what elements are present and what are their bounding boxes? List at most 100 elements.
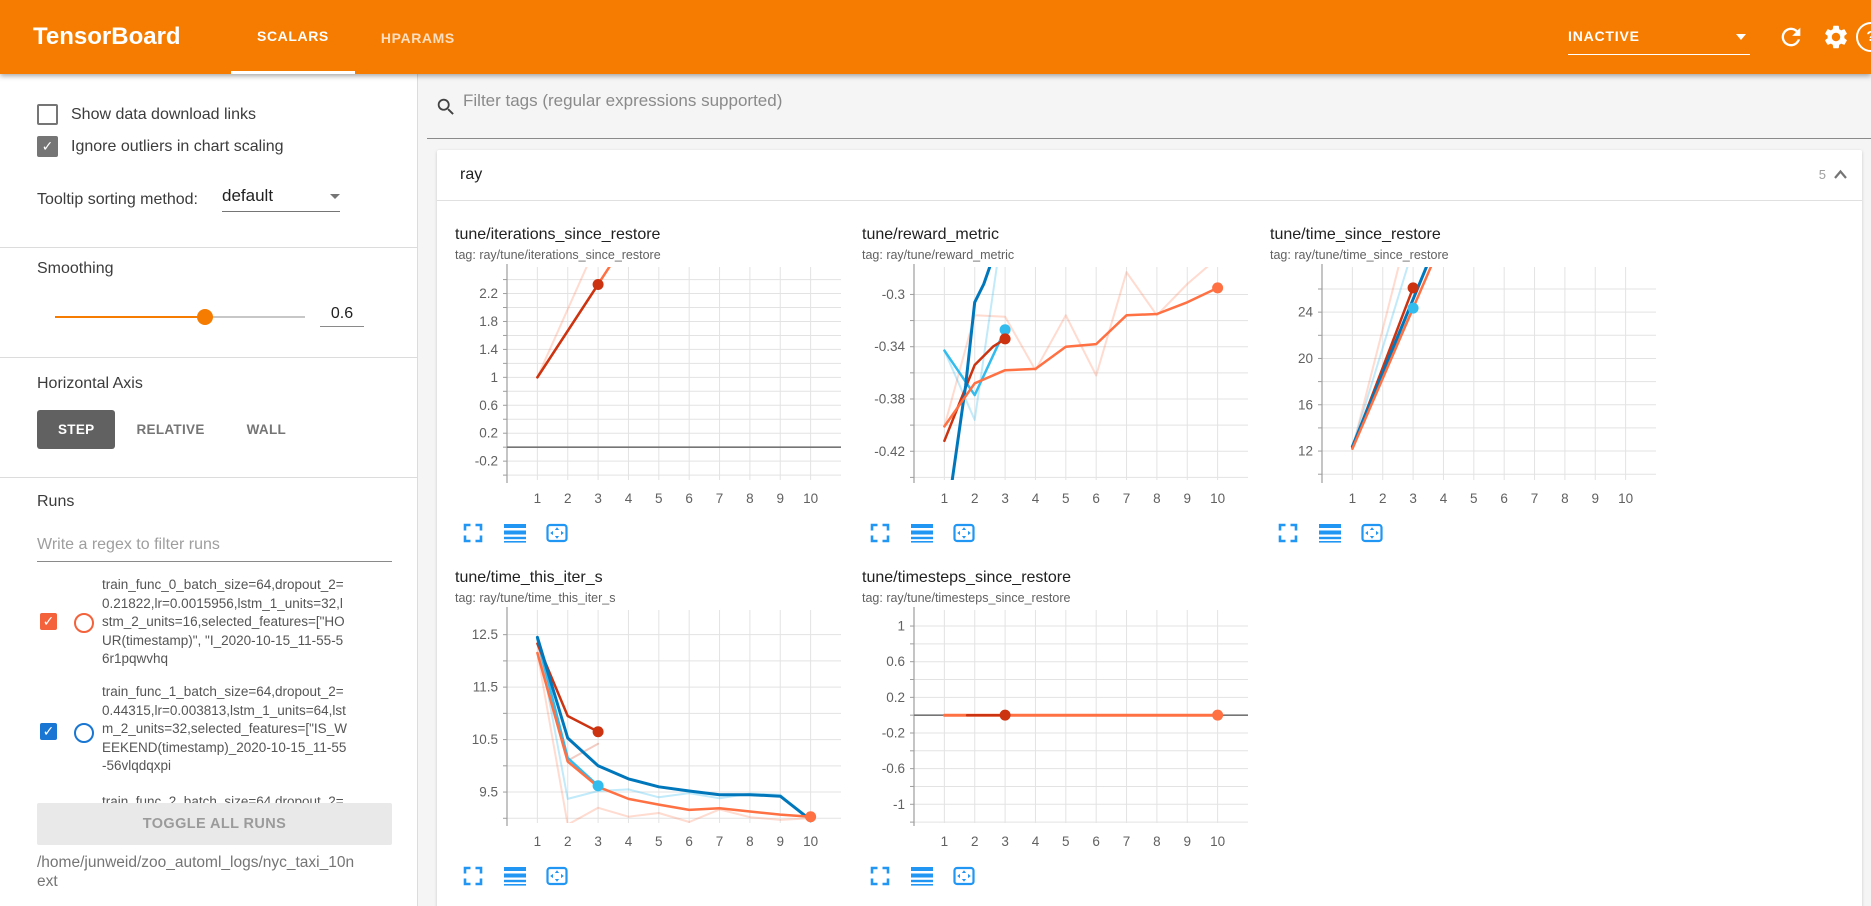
- scalar-chart[interactable]: 12345678910-1-0.6-0.20.20.61: [854, 605, 1254, 857]
- run-radio-icon[interactable]: [74, 613, 94, 633]
- runs-selector-icon[interactable]: [910, 864, 934, 888]
- chart-tag: tag: ray/tune/reward_metric: [862, 248, 1269, 262]
- svg-text:8: 8: [746, 834, 754, 849]
- chart-tile: tune/timesteps_since_restore tag: ray/tu…: [862, 568, 1269, 906]
- svg-text:2: 2: [971, 491, 979, 506]
- svg-text:5: 5: [1062, 491, 1070, 506]
- fullscreen-icon[interactable]: [461, 864, 485, 888]
- tag-filter-input[interactable]: [461, 90, 1565, 112]
- log-directory-path: /home/junweid/zoo_automl_logs/nyc_taxi_1…: [37, 853, 355, 891]
- tag-group-header[interactable]: ray 5: [437, 150, 1862, 201]
- runs-selector-icon[interactable]: [1318, 521, 1342, 545]
- fit-domain-icon[interactable]: [952, 864, 976, 888]
- svg-text:5: 5: [655, 491, 663, 506]
- run-checkbox-checked-icon[interactable]: ✓: [40, 723, 57, 740]
- status-select[interactable]: INACTIVE: [1568, 20, 1750, 55]
- run-name[interactable]: train_func_1_batch_size=64,dropout_2=0.4…: [102, 683, 347, 776]
- svg-text:7: 7: [1123, 491, 1131, 506]
- checkbox-label: Show data download links: [71, 106, 256, 124]
- checkbox-checked-icon[interactable]: ✓: [37, 136, 58, 157]
- svg-text:8: 8: [1153, 834, 1161, 849]
- scalar-chart[interactable]: 12345678910-0.20.20.611.41.82.2: [447, 262, 847, 514]
- svg-text:9: 9: [777, 834, 785, 849]
- svg-text:16: 16: [1298, 397, 1313, 412]
- svg-text:3: 3: [594, 491, 602, 506]
- divider: [0, 477, 417, 478]
- svg-text:1: 1: [534, 834, 542, 849]
- svg-text:4: 4: [625, 834, 633, 849]
- svg-text:0.2: 0.2: [886, 690, 905, 705]
- chevron-down-icon: [330, 194, 340, 199]
- svg-text:9: 9: [1184, 491, 1192, 506]
- chart-title: tune/time_since_restore: [1270, 225, 1677, 245]
- chart-toolbar: [868, 521, 976, 545]
- checkbox-unchecked-icon[interactable]: [37, 104, 58, 125]
- svg-text:12.5: 12.5: [472, 627, 498, 642]
- runs-selector-icon[interactable]: [503, 864, 527, 888]
- axis-wall-button[interactable]: WALL: [226, 410, 307, 449]
- axis-step-button[interactable]: STEP: [37, 410, 115, 449]
- chart-tag: tag: ray/tune/time_since_restore: [1270, 248, 1677, 262]
- fit-domain-icon[interactable]: [952, 521, 976, 545]
- slider-thumb[interactable]: [197, 309, 213, 325]
- chevron-up-icon[interactable]: [1833, 169, 1848, 180]
- tooltip-sorting-dropdown[interactable]: default: [222, 186, 340, 212]
- chart-tile: tune/iterations_since_restore tag: ray/t…: [455, 225, 862, 568]
- tab-hparams[interactable]: HPARAMS: [355, 0, 481, 74]
- svg-text:8: 8: [1561, 491, 1569, 506]
- tab-scalars[interactable]: SCALARS: [231, 0, 355, 74]
- svg-text:6: 6: [685, 491, 693, 506]
- fit-domain-icon[interactable]: [545, 864, 569, 888]
- svg-text:-0.38: -0.38: [874, 391, 905, 406]
- svg-text:4: 4: [1032, 491, 1040, 506]
- smoothing-slider[interactable]: [55, 316, 305, 318]
- show-download-links-checkbox-row[interactable]: Show data download links: [37, 104, 256, 125]
- svg-text:-0.2: -0.2: [882, 725, 905, 740]
- smoothing-value[interactable]: 0.6: [320, 305, 364, 327]
- svg-text:1: 1: [490, 370, 498, 385]
- runs-label: Runs: [37, 493, 74, 511]
- svg-text:0.2: 0.2: [479, 426, 498, 441]
- toggle-all-runs-button[interactable]: TOGGLE ALL RUNS: [37, 803, 392, 845]
- run-radio-icon[interactable]: [74, 723, 94, 743]
- run-name[interactable]: train_func_0_batch_size=64,dropout_2=0.2…: [102, 576, 347, 669]
- fullscreen-icon[interactable]: [868, 864, 892, 888]
- svg-text:5: 5: [1470, 491, 1478, 506]
- help-icon[interactable]: ?: [1856, 22, 1871, 52]
- horizontal-axis-toggle: STEP RELATIVE WALL: [37, 410, 307, 449]
- chart-title: tune/iterations_since_restore: [455, 225, 862, 245]
- fullscreen-icon[interactable]: [868, 521, 892, 545]
- svg-text:-0.3: -0.3: [882, 287, 905, 302]
- scalar-chart[interactable]: 1234567891012162024: [1262, 262, 1662, 514]
- ignore-outliers-checkbox-row[interactable]: ✓ Ignore outliers in chart scaling: [37, 136, 284, 157]
- svg-text:0.6: 0.6: [479, 398, 498, 413]
- smoothing-label: Smoothing: [37, 260, 114, 278]
- search-icon: [435, 96, 457, 118]
- scalar-chart[interactable]: 123456789109.510.511.512.5: [447, 605, 847, 857]
- svg-text:7: 7: [716, 491, 724, 506]
- tag-group-count: 5: [1819, 167, 1826, 182]
- svg-text:1.4: 1.4: [479, 342, 498, 357]
- refresh-icon[interactable]: [1777, 23, 1805, 51]
- svg-text:10.5: 10.5: [472, 732, 498, 747]
- settings-gear-icon[interactable]: [1822, 23, 1850, 51]
- svg-text:2: 2: [1379, 491, 1387, 506]
- svg-text:11.5: 11.5: [473, 680, 498, 695]
- fullscreen-icon[interactable]: [461, 521, 485, 545]
- axis-relative-button[interactable]: RELATIVE: [115, 410, 225, 449]
- fit-domain-icon[interactable]: [545, 521, 569, 545]
- fit-domain-icon[interactable]: [1360, 521, 1384, 545]
- svg-text:20: 20: [1298, 351, 1313, 366]
- svg-text:7: 7: [1531, 491, 1539, 506]
- runs-selector-icon[interactable]: [910, 521, 934, 545]
- runs-selector-icon[interactable]: [503, 521, 527, 545]
- chart-tag: tag: ray/tune/timesteps_since_restore: [862, 591, 1269, 605]
- fullscreen-icon[interactable]: [1276, 521, 1300, 545]
- divider: [0, 357, 417, 358]
- runs-filter-input[interactable]: [37, 532, 392, 562]
- svg-text:8: 8: [746, 491, 754, 506]
- scalar-chart[interactable]: 12345678910-0.42-0.38-0.34-0.3: [854, 262, 1254, 514]
- run-checkbox-checked-icon[interactable]: ✓: [40, 613, 57, 630]
- svg-text:9: 9: [1184, 834, 1192, 849]
- tooltip-sorting-value: default: [222, 186, 273, 205]
